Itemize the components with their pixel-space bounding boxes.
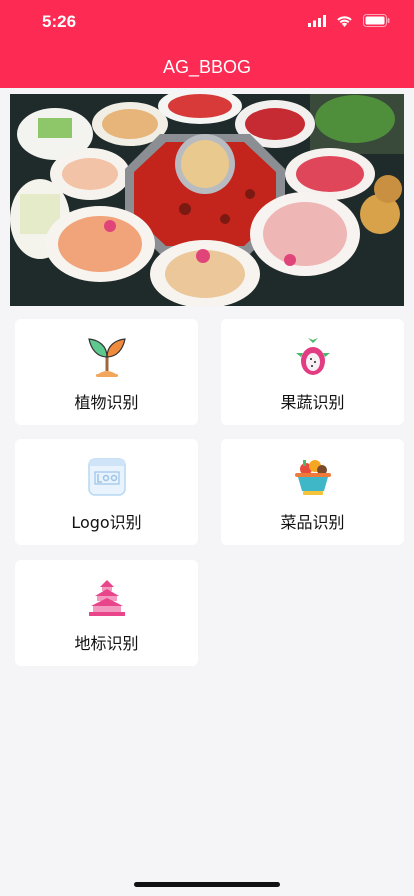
dish-recognition-card[interactable]: 菜品识别 (221, 439, 404, 545)
fruit-veg-recognition-card[interactable]: 果蔬识别 (221, 319, 404, 425)
card-label: 植物识别 (74, 393, 139, 412)
landmark-recognition-card[interactable]: 地标识别 (15, 560, 198, 666)
status-icons (308, 14, 390, 27)
nav-title: AG_BBOG (162, 57, 252, 77)
temple-icon (88, 580, 125, 616)
plant-recognition-card[interactable]: 植物识别 (15, 319, 198, 425)
plant-icon (87, 338, 126, 377)
screen: 5:26 AG_BBOG 植物识别 果蔬识别 Logo识别 菜品识别 地标识别 (0, 0, 414, 896)
home-indicator[interactable] (134, 882, 280, 887)
banner-image[interactable] (10, 94, 404, 306)
logo-icon (87, 458, 126, 496)
card-label: 菜品识别 (280, 513, 345, 532)
logo-recognition-card[interactable]: Logo识别 (15, 439, 198, 545)
hotpot-photo (10, 94, 404, 306)
dish-icon (294, 460, 331, 495)
card-label: 地标识别 (74, 634, 139, 653)
battery-icon (363, 14, 390, 27)
status-time: 5:26 (42, 12, 77, 31)
top-bar: 5:26 AG_BBOG (0, 0, 414, 88)
wifi-icon (337, 15, 352, 27)
card-label: Logo识别 (71, 513, 142, 532)
card-label: 果蔬识别 (280, 393, 345, 412)
dragonfruit-icon (295, 338, 330, 375)
cellular-signal-icon (308, 14, 326, 27)
